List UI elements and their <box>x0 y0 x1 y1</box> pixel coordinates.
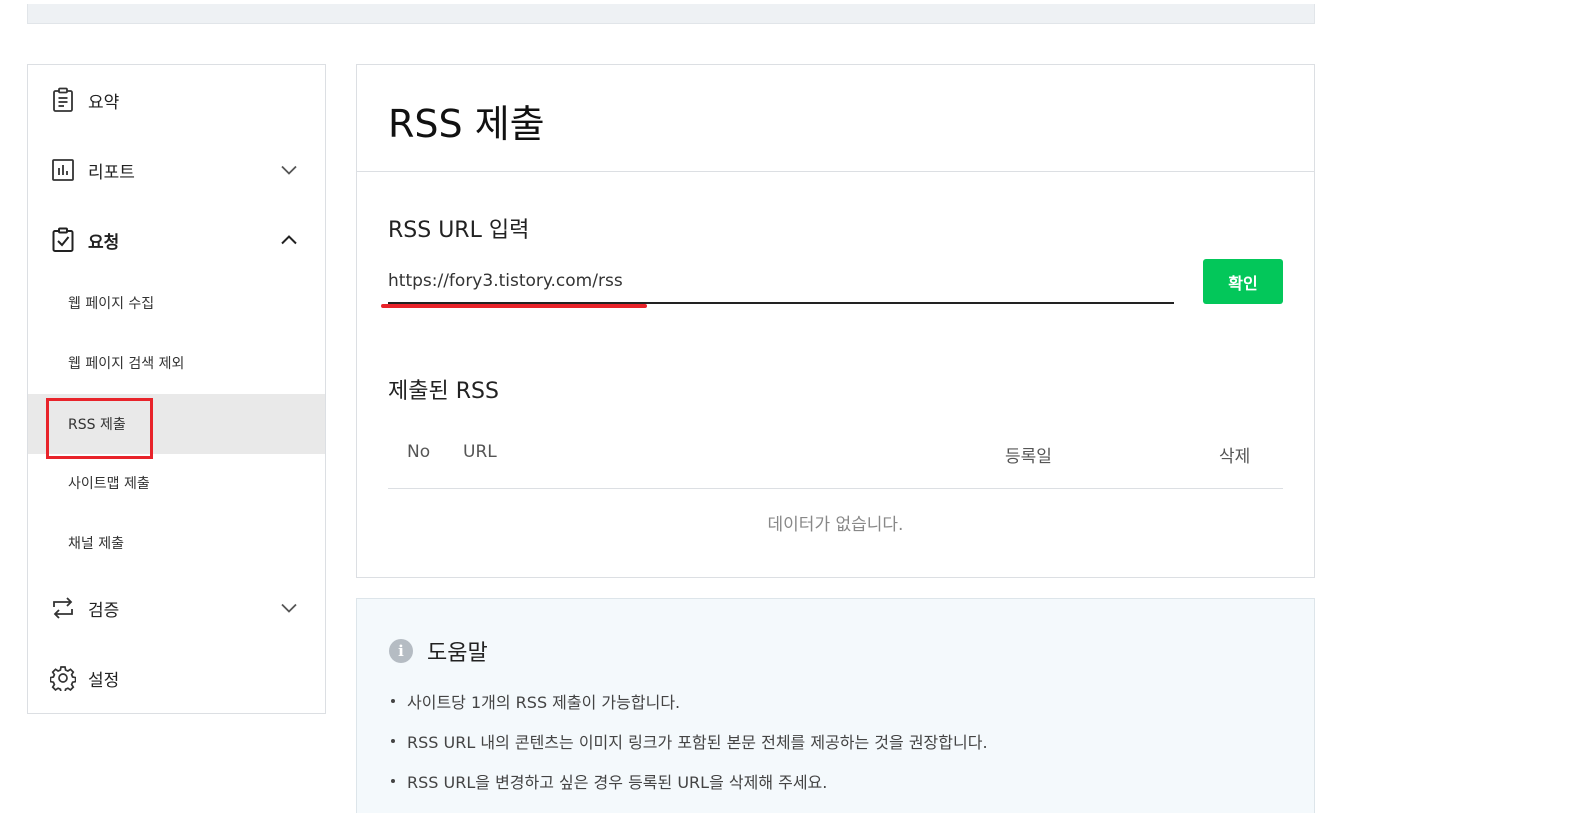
sidebar-item-request[interactable]: 요청 <box>28 205 325 275</box>
sidebar-item-label: 요약 <box>88 92 120 113</box>
bar-chart-icon <box>50 157 76 183</box>
rss-url-input[interactable] <box>388 260 1174 304</box>
clipboard-list-icon <box>50 87 76 113</box>
top-banner-area <box>27 4 1315 24</box>
bullet <box>391 779 395 783</box>
highlight-box <box>46 398 153 459</box>
sidebar-item-verify[interactable]: 검증 <box>28 573 325 643</box>
sidebar-subitem-label: 웹 페이지 검색 제외 <box>68 356 185 372</box>
sidebar-item-summary[interactable]: 요약 <box>28 65 325 135</box>
sidebar-subitem-label: 채널 제출 <box>68 536 124 552</box>
help-title: 도움말 <box>427 641 488 666</box>
gear-icon <box>50 665 76 691</box>
sidebar-item-label: 검증 <box>88 600 120 621</box>
rss-url-input-label: RSS URL 입력 <box>388 218 530 243</box>
clipboard-check-icon <box>50 227 76 253</box>
sidebar-item-settings[interactable]: 설정 <box>28 643 325 713</box>
sidebar-subitem-web-page-collect[interactable]: 웹 페이지 수집 <box>28 273 325 333</box>
help-title-row: i 도움말 <box>389 635 488 667</box>
sidebar-item-label: 설정 <box>88 670 120 691</box>
sidebar: 요약 리포트 요청 웹 페이지 수집 웹 페이지 검색 제외 RSS 제출 사이… <box>27 64 326 714</box>
table-header-delete: 삭제 <box>1219 447 1251 467</box>
repeat-arrows-icon <box>50 595 76 621</box>
page-title: RSS 제출 <box>388 102 545 146</box>
sidebar-subitem-label: 웹 페이지 수집 <box>68 296 155 312</box>
help-list-item: 사이트당 1개의 RSS 제출이 가능합니다. <box>391 689 680 713</box>
sidebar-item-label: 요청 <box>88 232 120 253</box>
sidebar-subitem-sitemap-submit[interactable]: 사이트맵 제출 <box>28 453 325 513</box>
chevron-down-icon[interactable] <box>280 161 298 179</box>
help-panel: i 도움말 사이트당 1개의 RSS 제출이 가능합니다. RSS URL 내의… <box>356 598 1315 813</box>
submitted-rss-label: 제출된 RSS <box>388 379 499 404</box>
table-divider <box>388 488 1283 489</box>
sidebar-item-label: 리포트 <box>88 162 135 183</box>
help-item-text: RSS URL 내의 콘텐츠는 이미지 링크가 포함된 본문 전체를 제공하는 … <box>407 733 988 752</box>
sidebar-subitem-channel-submit[interactable]: 채널 제출 <box>28 513 325 573</box>
chevron-up-icon[interactable] <box>280 231 298 249</box>
help-list-item: RSS URL 내의 콘텐츠는 이미지 링크가 포함된 본문 전체를 제공하는 … <box>391 729 988 753</box>
table-empty-message: 데이터가 없습니다. <box>767 515 904 535</box>
help-item-text: 사이트당 1개의 RSS 제출이 가능합니다. <box>407 693 681 712</box>
sidebar-subitem-label: 사이트맵 제출 <box>68 476 150 492</box>
table-header-url: URL <box>463 442 497 462</box>
page-margin <box>1372 0 1571 813</box>
divider <box>357 171 1314 172</box>
bullet <box>391 739 395 743</box>
bullet <box>391 699 395 703</box>
chevron-down-icon[interactable] <box>280 599 298 617</box>
table-header-no: No <box>407 442 431 462</box>
sidebar-subitem-rss-submit[interactable]: RSS 제출 <box>28 394 325 459</box>
sidebar-subitem-web-page-exclude[interactable]: 웹 페이지 검색 제외 <box>28 333 325 393</box>
highlight-underline <box>381 304 647 308</box>
help-list-item: RSS URL을 변경하고 싶은 경우 등록된 URL을 삭제해 주세요. <box>391 769 827 793</box>
help-item-text: RSS URL을 변경하고 싶은 경우 등록된 URL을 삭제해 주세요. <box>407 773 828 792</box>
info-icon: i <box>389 639 413 663</box>
rss-submit-panel: RSS 제출 RSS URL 입력 확인 제출된 RSS No URL 등록일 … <box>356 64 1315 578</box>
table-header-registered-date: 등록일 <box>1005 447 1052 467</box>
confirm-button[interactable]: 확인 <box>1203 259 1283 304</box>
sidebar-item-report[interactable]: 리포트 <box>28 135 325 205</box>
